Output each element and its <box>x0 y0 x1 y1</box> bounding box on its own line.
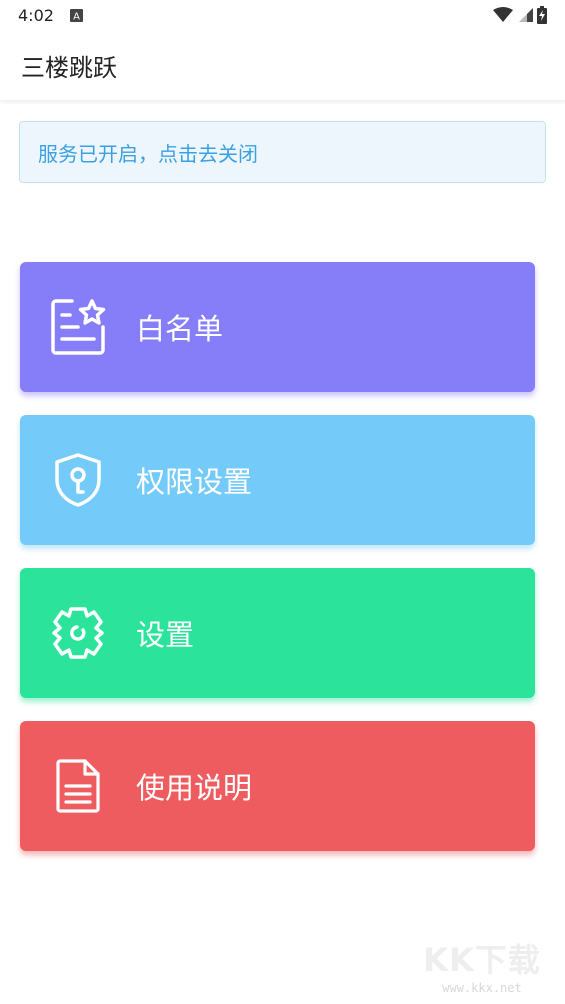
wifi-icon <box>493 7 513 23</box>
instructions-label: 使用说明 <box>136 771 253 805</box>
settings-label: 设置 <box>136 618 195 652</box>
settings-button[interactable]: 设置 <box>20 568 535 698</box>
status-bar: 4:02 A <box>0 0 565 30</box>
watermark-logo: KK下载 www.kkx.net <box>417 934 547 996</box>
instructions-button[interactable]: 使用说明 <box>20 721 535 851</box>
shield-key-icon <box>46 448 110 512</box>
a-letter-icon: A <box>69 8 83 22</box>
watermark-main: KK下载 <box>423 941 541 979</box>
permission-settings-label: 权限设置 <box>136 465 253 499</box>
document-icon <box>46 754 110 818</box>
battery-charging-icon <box>537 6 547 24</box>
gear-icon <box>46 601 110 665</box>
whitelist-button[interactable]: 白名单 <box>20 262 535 392</box>
whitelist-star-icon <box>46 295 110 359</box>
whitelist-label: 白名单 <box>136 312 224 346</box>
permission-settings-button[interactable]: 权限设置 <box>20 415 535 545</box>
watermark-url: www.kkx.net <box>442 981 522 995</box>
status-time: 4:02 <box>18 5 54 25</box>
cellular-icon <box>517 7 533 23</box>
service-status-text: 服务已开启，点击去关闭 <box>38 141 258 166</box>
svg-text:A: A <box>73 11 80 22</box>
app-bar: 三楼跳跃 <box>0 30 565 100</box>
service-status-notice[interactable]: 服务已开启，点击去关闭 <box>19 121 546 183</box>
app-title: 三楼跳跃 <box>21 53 117 82</box>
